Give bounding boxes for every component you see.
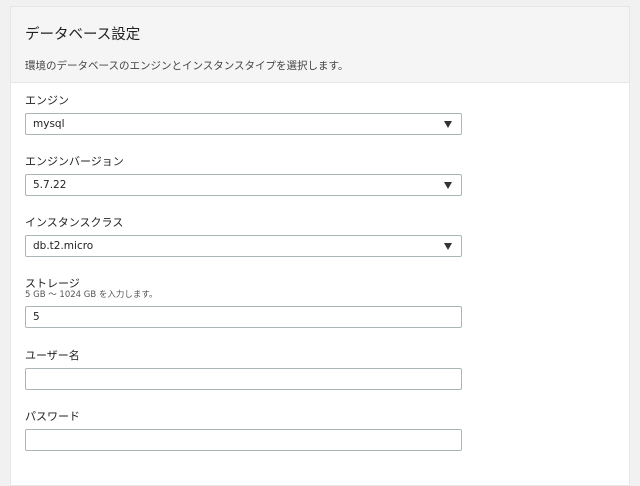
caret-down-icon	[444, 121, 452, 128]
caret-down-icon	[444, 243, 452, 250]
storage-hint: 5 GB ～ 1024 GB を入力します。	[25, 290, 158, 300]
username-input[interactable]	[25, 368, 462, 390]
caret-down-icon	[444, 182, 452, 189]
database-settings-panel: データベース設定 環境のデータベースのエンジンとインスタンスタイプを選択します。…	[10, 6, 630, 486]
engine-version-label: エンジンバージョン	[25, 155, 124, 168]
password-field: パスワード	[25, 410, 462, 451]
engine-version-field: エンジンバージョン 5.7.22	[25, 155, 462, 196]
instance-class-select[interactable]: db.t2.micro	[25, 235, 462, 257]
engine-label: エンジン	[25, 94, 69, 107]
panel-header: データベース設定 環境のデータベースのエンジンとインスタンスタイプを選択します。	[11, 7, 629, 83]
engine-version-select-value: 5.7.22	[33, 179, 67, 191]
panel-title: データベース設定	[25, 27, 141, 43]
username-label: ユーザー名	[25, 349, 80, 362]
engine-field: エンジン mysql	[25, 94, 462, 135]
password-label: パスワード	[25, 410, 80, 423]
engine-version-select[interactable]: 5.7.22	[25, 174, 462, 196]
engine-select[interactable]: mysql	[25, 113, 462, 135]
username-field: ユーザー名	[25, 349, 462, 390]
storage-input[interactable]	[25, 306, 462, 328]
engine-select-value: mysql	[33, 118, 65, 130]
panel-description: 環境のデータベースのエンジンとインスタンスタイプを選択します。	[25, 60, 349, 72]
instance-class-select-value: db.t2.micro	[33, 240, 94, 252]
password-input[interactable]	[25, 429, 462, 451]
storage-field: ストレージ 5 GB ～ 1024 GB を入力します。	[25, 277, 462, 328]
instance-class-label: インスタンスクラス	[25, 216, 124, 229]
instance-class-field: インスタンスクラス db.t2.micro	[25, 216, 462, 257]
storage-label: ストレージ	[25, 277, 80, 290]
